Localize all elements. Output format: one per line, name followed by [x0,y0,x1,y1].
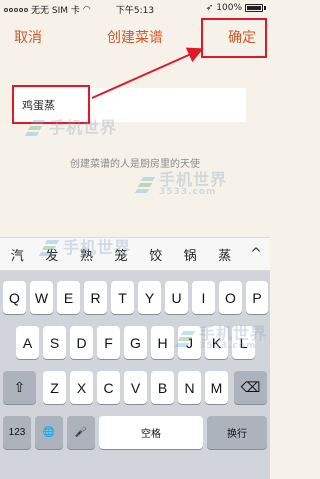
key-p[interactable]: P [246,281,268,314]
key-f[interactable]: F [97,326,120,359]
mic-icon: 🎤 [74,427,88,438]
key-m[interactable]: M [205,371,228,404]
watermark-name: 手机世界 [159,170,228,189]
key-j[interactable]: J [178,326,201,359]
candidate-item[interactable]: 发 [35,245,70,264]
candidate-bar: 汽 发 熟 笼 饺 锅 蒸 ^ [0,237,270,271]
key-s[interactable]: S [43,326,66,359]
key-c[interactable]: C [97,371,120,404]
watermark-logo-icon [134,175,156,195]
key-a[interactable]: A [16,326,39,359]
watermark-logo: 手机世界 3533.com [134,170,228,197]
key-w[interactable]: W [30,281,53,314]
candidate-item[interactable]: 汽 [0,245,35,264]
delete-key[interactable]: ⌫ [234,371,267,404]
watermark-name: 手机世界 [49,118,118,137]
location-icon: ➶ [205,3,214,13]
key-x[interactable]: X [70,371,93,404]
globe-icon: 🌐 [42,427,56,438]
status-bar: 无无 SIM 卡 ◠ 下午5:13 ➶ 100% [0,0,270,18]
expand-candidates-button[interactable]: ^ [242,246,270,262]
candidate-item[interactable]: 锅 [173,245,208,264]
key-q[interactable]: Q [3,281,26,314]
key-y[interactable]: Y [138,281,161,314]
candidate-item[interactable]: 蒸 [207,245,242,264]
candidate-item[interactable]: 饺 [138,245,173,264]
hint-text: 创建菜谱的人是厨房里的天使 [70,159,200,170]
key-d[interactable]: D [70,326,93,359]
recipe-name-input[interactable] [12,88,246,122]
mic-key[interactable]: 🎤 [67,416,95,449]
key-l[interactable]: L [232,326,255,359]
key-k[interactable]: K [205,326,228,359]
space-key[interactable]: 空格 [99,416,203,449]
key-i[interactable]: I [192,281,215,314]
keyboard: Q W E R T Y U I O P A S D F G H J K L ⇧ … [0,271,270,479]
key-v[interactable]: V [124,371,147,404]
key-n[interactable]: N [178,371,201,404]
numbers-key[interactable]: 123 [3,416,31,449]
key-u[interactable]: U [165,281,188,314]
confirm-highlight-box [201,18,267,58]
key-h[interactable]: H [151,326,174,359]
key-t[interactable]: T [111,281,134,314]
battery-percent: 100% [216,3,242,13]
key-b[interactable]: B [151,371,174,404]
key-e[interactable]: E [57,281,80,314]
battery-icon [245,4,263,12]
key-o[interactable]: O [219,281,242,314]
key-g[interactable]: G [124,326,147,359]
key-z[interactable]: Z [43,371,66,404]
key-r[interactable]: R [84,281,107,314]
cancel-button[interactable]: 取消 [14,27,42,47]
candidate-item[interactable]: 熟 [69,245,104,264]
globe-key[interactable]: 🌐 [35,416,63,449]
candidate-item[interactable]: 笼 [104,245,139,264]
return-key[interactable]: 换行 [207,416,267,449]
watermark-url: 3533.com [159,187,217,197]
shift-key[interactable]: ⇧ [3,371,36,404]
